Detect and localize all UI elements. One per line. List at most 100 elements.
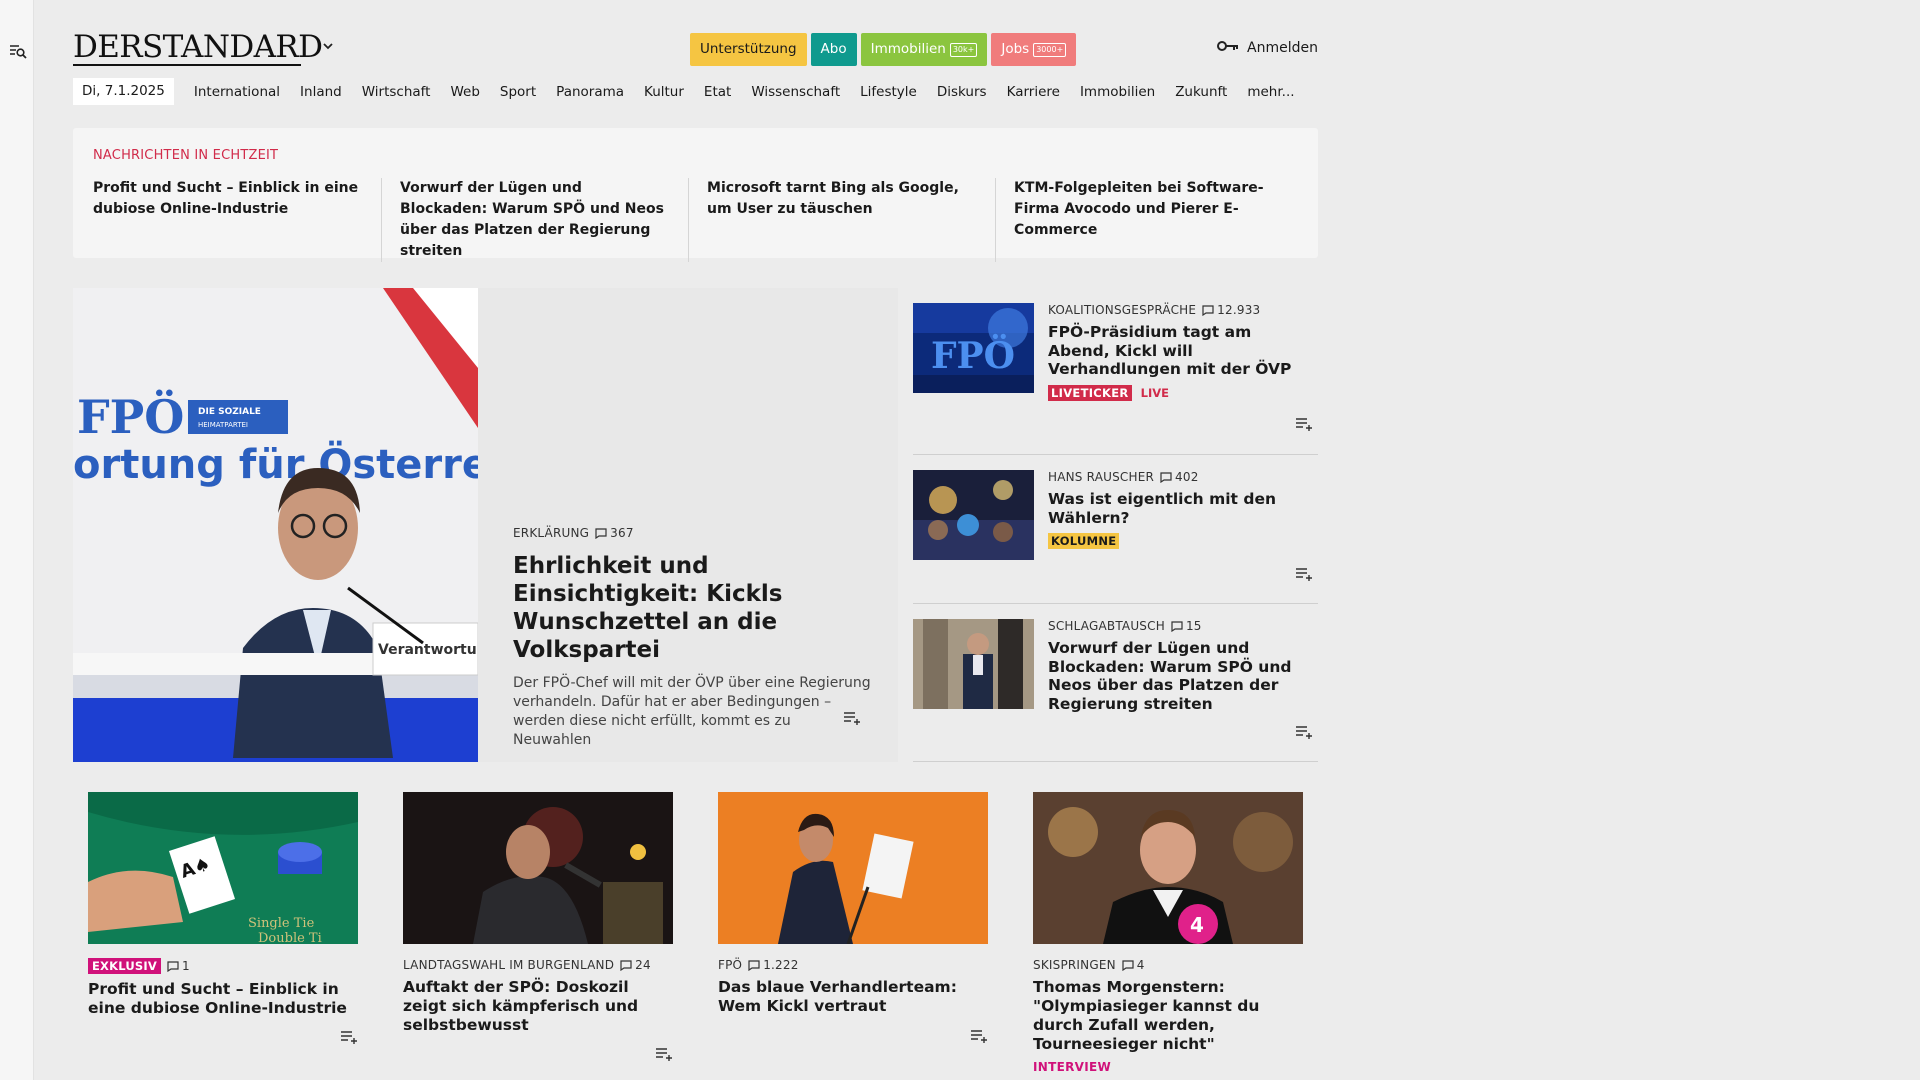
svg-text:FPÖ: FPÖ: [77, 389, 184, 444]
header-button-group: Unterstützung Abo Immobilien 30k+ Jobs 3…: [690, 33, 1077, 66]
hero-image[interactable]: FPÖ DIE SOZIALE HEIMATPARTEI ortung für …: [73, 288, 478, 762]
svg-text:ortung für Österreich: ortung für Österreich: [73, 440, 478, 488]
hero-article[interactable]: FPÖ DIE SOZIALE HEIMATPARTEI ortung für …: [73, 288, 898, 762]
side-title[interactable]: FPÖ-Präsidium tagt am Abend, Kickl will …: [1048, 323, 1313, 379]
card-image[interactable]: [403, 792, 673, 944]
exklusiv-badge: EXKLUSIV: [88, 958, 161, 974]
card-comments[interactable]: 1: [167, 959, 190, 973]
realtime-item[interactable]: KTM-Folgepleiten bei Software-Firma Avoc…: [1014, 178, 1303, 262]
side-badges: LIVETICKER LIVE: [1048, 379, 1313, 401]
side-kicker-label: SCHLAGABTAUSCH: [1048, 619, 1165, 633]
side-article-image[interactable]: [913, 619, 1034, 709]
side-comments[interactable]: 402: [1160, 470, 1199, 484]
nav-item-panorama[interactable]: Panorama: [556, 84, 624, 100]
nav-item-immobilien[interactable]: Immobilien: [1080, 84, 1155, 100]
comment-icon: [1202, 304, 1214, 316]
article-card[interactable]: 4 SKISPRINGEN 4 Thomas Morgenstern: "Oly…: [1033, 792, 1303, 1074]
card-kicker: SKISPRINGEN 4: [1033, 958, 1303, 972]
side-comments[interactable]: 15: [1171, 619, 1202, 633]
main-nav: Di, 7.1.2025 International Inland Wirtsc…: [73, 78, 1305, 105]
login-label: Anmelden: [1247, 40, 1318, 56]
card-title[interactable]: Auftakt der SPÖ: Doskozil zeigt sich käm…: [403, 978, 673, 1035]
side-article-body: SCHLAGABTAUSCH 15 Vorwurf der Lügen und …: [1048, 619, 1313, 713]
card-comment-count: 1: [181, 959, 190, 973]
card-title[interactable]: Profit und Sucht – Einblick in eine dubi…: [88, 980, 358, 1018]
immobilien-button[interactable]: Immobilien 30k+: [860, 33, 988, 66]
side-kicker-label: HANS RAUSCHER: [1048, 470, 1155, 484]
immobilien-button-label: Immobilien: [870, 41, 946, 57]
add-to-list-icon[interactable]: [970, 1028, 990, 1043]
nav-item-sport[interactable]: Sport: [500, 84, 536, 100]
side-article[interactable]: SCHLAGABTAUSCH 15 Vorwurf der Lügen und …: [913, 604, 1318, 762]
support-button[interactable]: Unterstützung: [690, 33, 807, 66]
hero-lead: Der FPÖ-Chef will mit der ÖVP über eine …: [513, 675, 871, 748]
svg-text:FPÖ: FPÖ: [931, 334, 1015, 377]
realtime-item[interactable]: Profit und Sucht – Einblick in eine dubi…: [93, 178, 383, 262]
side-article[interactable]: HANS RAUSCHER 402 Was ist eigentlich mit…: [913, 455, 1318, 604]
article-card[interactable]: FPÖ 1.222 Das blaue Verhandlerteam: Wem …: [718, 792, 988, 1043]
comment-icon: [1171, 620, 1183, 632]
header: DERSTANDARD Unterstützung Abo Immobilien…: [73, 28, 1318, 68]
add-to-list-icon[interactable]: [655, 1046, 675, 1061]
realtime-item[interactable]: Microsoft tarnt Bing als Google, um User…: [707, 178, 997, 262]
nav-item-web[interactable]: Web: [450, 84, 479, 100]
card-comments[interactable]: 1.222: [748, 958, 798, 972]
nav-item-inland[interactable]: Inland: [300, 84, 342, 100]
card-title[interactable]: Das blaue Verhandlerteam: Wem Kickl vert…: [718, 978, 988, 1016]
add-to-list-icon[interactable]: [1295, 416, 1315, 431]
nav-item-more[interactable]: mehr...: [1247, 84, 1294, 100]
nav-item-etat[interactable]: Etat: [704, 84, 731, 100]
card-image[interactable]: 4: [1033, 792, 1303, 944]
nav-item-karriere[interactable]: Karriere: [1007, 84, 1060, 100]
side-article-body: KOALITIONSGESPRÄCHE 12.933 FPÖ-Präsidium…: [1048, 303, 1313, 401]
nav-item-lifestyle[interactable]: Lifestyle: [860, 84, 917, 100]
svg-text:Double Ti: Double Ti: [258, 931, 322, 944]
chevron-down-icon[interactable]: [321, 38, 335, 52]
live-label: LIVE: [1140, 385, 1170, 400]
add-to-list-icon[interactable]: [340, 1029, 360, 1044]
nav-item-wissenschaft[interactable]: Wissenschaft: [751, 84, 840, 100]
add-to-list-icon[interactable]: [1295, 566, 1315, 581]
article-card[interactable]: A♠ Single Tie Double Ti EXKLUSIV 1 Profi…: [88, 792, 358, 1044]
card-comments[interactable]: 4: [1122, 958, 1145, 972]
realtime-item[interactable]: Vorwurf der Lügen und Blockaden: Warum S…: [400, 178, 690, 262]
nav-item-kultur[interactable]: Kultur: [644, 84, 684, 100]
card-kicker-label: FPÖ: [718, 958, 743, 972]
nav-item-zukunft[interactable]: Zukunft: [1175, 84, 1227, 100]
article-card[interactable]: LANDTAGSWAHL IM BURGENLAND 24 Auftakt de…: [403, 792, 673, 1061]
comment-icon: [595, 527, 607, 539]
search-menu-icon[interactable]: [9, 42, 27, 60]
logo[interactable]: DERSTANDARD: [73, 30, 323, 64]
nav-item-international[interactable]: International: [194, 84, 280, 100]
side-comment-count: 15: [1185, 619, 1202, 633]
interview-tag: INTERVIEW: [1033, 1060, 1112, 1074]
card-image[interactable]: [718, 792, 988, 944]
side-article-image[interactable]: FPÖ: [913, 303, 1034, 393]
hero-comments[interactable]: 367: [595, 526, 634, 540]
card-kicker: FPÖ 1.222: [718, 958, 988, 972]
side-title[interactable]: Was ist eigentlich mit den Wählern?: [1048, 490, 1313, 527]
side-title[interactable]: Vorwurf der Lügen und Blockaden: Warum S…: [1048, 639, 1313, 713]
side-kicker: KOALITIONSGESPRÄCHE 12.933: [1048, 303, 1313, 317]
add-to-list-icon[interactable]: [843, 710, 863, 725]
card-kicker-label: LANDTAGSWAHL IM BURGENLAND: [403, 958, 615, 972]
nav-item-diskurs[interactable]: Diskurs: [937, 84, 987, 100]
nav-item-wirtschaft[interactable]: Wirtschaft: [362, 84, 431, 100]
side-badges: KOLUMNE: [1048, 527, 1313, 549]
login-link[interactable]: Anmelden: [1217, 40, 1318, 56]
card-image[interactable]: A♠ Single Tie Double Ti: [88, 792, 358, 944]
comment-icon: [620, 959, 632, 971]
jobs-button[interactable]: Jobs 3000+: [991, 33, 1077, 66]
svg-text:Verantwortu: Verantwortu: [378, 642, 477, 658]
hero-title[interactable]: Ehrlichkeit und Einsichtigkeit: Kickls W…: [513, 552, 873, 664]
comment-icon: [167, 960, 179, 972]
card-title[interactable]: Thomas Morgenstern: "Olympiasieger kanns…: [1033, 978, 1303, 1054]
comment-icon: [1122, 959, 1134, 971]
add-to-list-icon[interactable]: [1295, 724, 1315, 739]
side-article-image[interactable]: [913, 470, 1034, 560]
abo-button[interactable]: Abo: [810, 33, 857, 66]
kolumne-badge: KOLUMNE: [1048, 533, 1120, 549]
side-article[interactable]: FPÖ KOALITIONSGESPRÄCHE 12.933 FPÖ-Präsi…: [913, 288, 1318, 455]
side-comments[interactable]: 12.933: [1202, 303, 1260, 317]
card-comments[interactable]: 24: [620, 958, 651, 972]
